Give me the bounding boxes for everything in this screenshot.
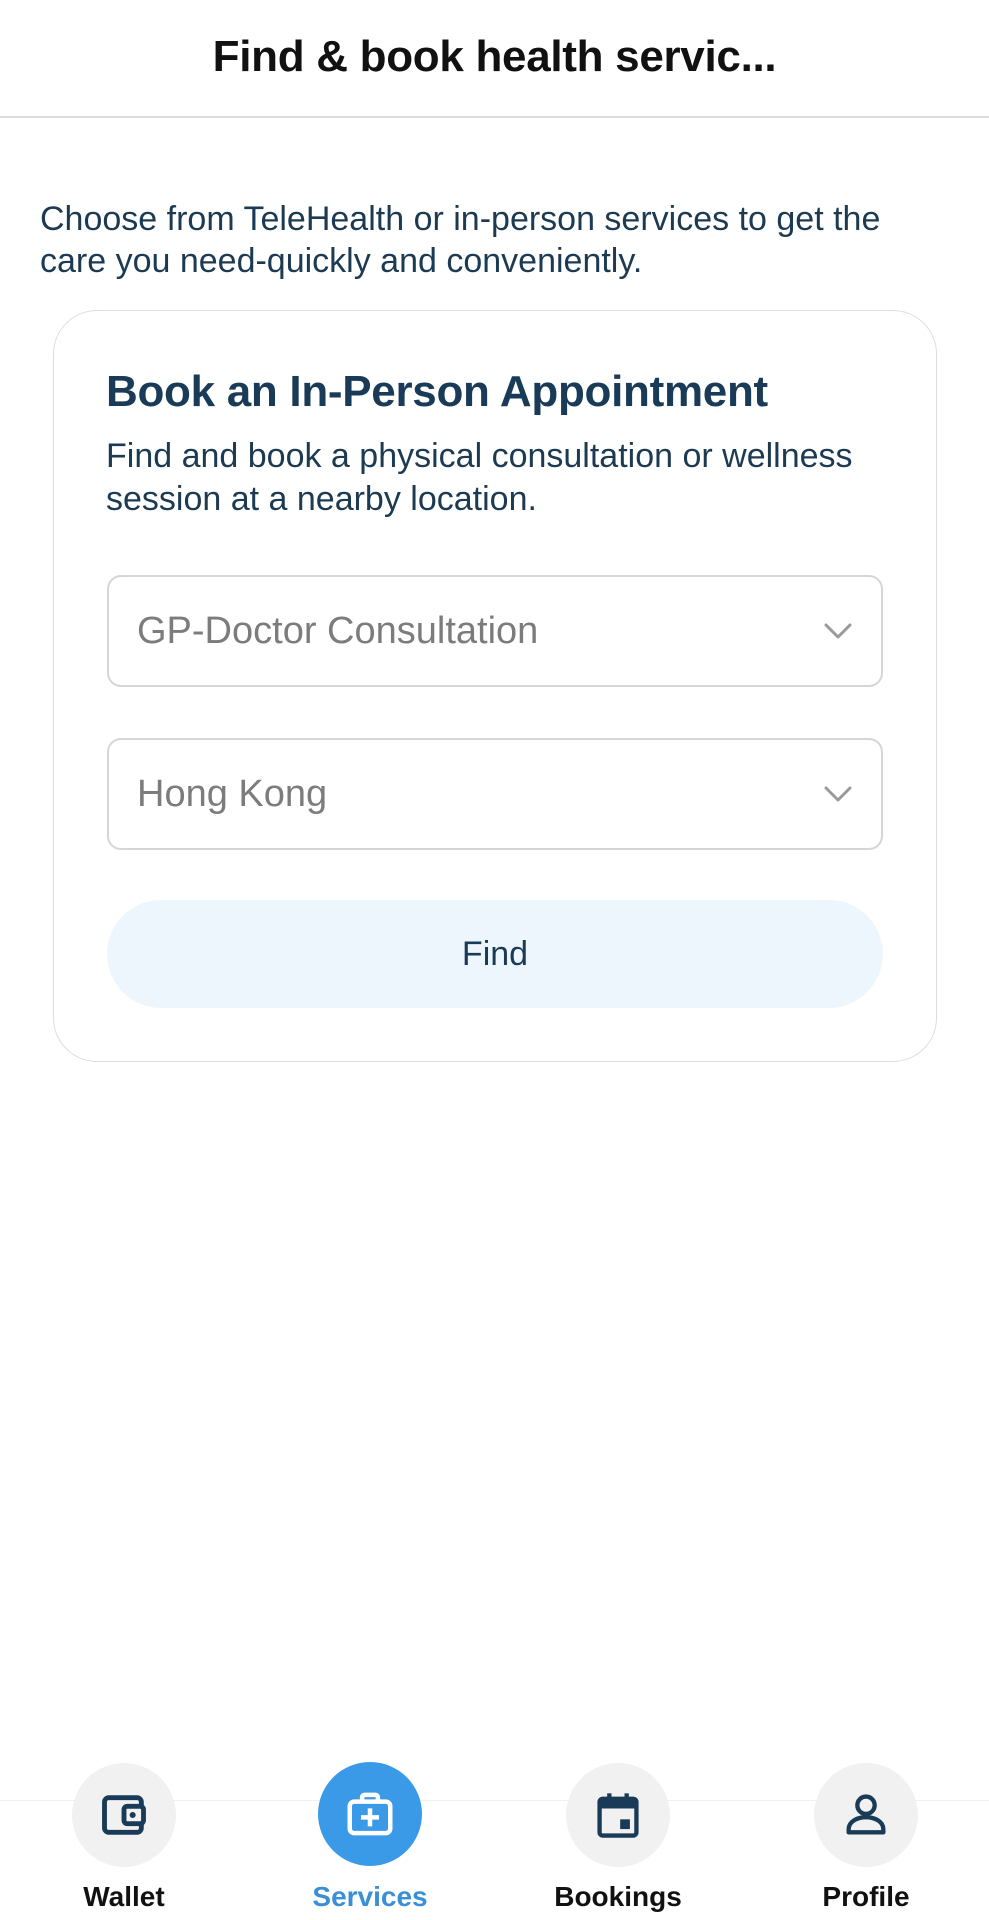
app-header: Find & book health servic... (0, 0, 989, 118)
intro-text: Choose from TeleHealth or in-person serv… (40, 200, 881, 280)
nav-item-profile[interactable]: Profile (781, 1763, 951, 1920)
nav-label-profile: Profile (822, 1881, 910, 1912)
card-title: Book an In-Person Appointment (106, 367, 768, 416)
location-value: Hong Kong (137, 772, 328, 815)
find-button[interactable]: Find (107, 900, 883, 1008)
medical-kit-icon (318, 1762, 422, 1866)
service-type-select[interactable]: GP-Doctor Consultation (107, 575, 883, 687)
nav-label-services: Services (312, 1881, 428, 1912)
services-screen: Find & book health servic... Choose from… (0, 0, 989, 1920)
in-person-appointment-card: Book an In-Person Appointment Find and b… (53, 310, 937, 1062)
service-type-value: GP-Doctor Consultation (137, 609, 539, 652)
card-description: Find and book a physical consultation or… (106, 437, 853, 518)
chevron-down-icon (824, 786, 852, 802)
wallet-icon (72, 1763, 176, 1867)
location-select[interactable]: Hong Kong (107, 738, 883, 850)
nav-item-bookings[interactable]: Bookings (533, 1763, 703, 1920)
nav-item-services[interactable]: Services (285, 1762, 455, 1920)
page-title: Find & book health servic... (212, 32, 777, 81)
calendar-icon (566, 1763, 670, 1867)
nav-label-bookings: Bookings (554, 1881, 682, 1912)
bottom-navigation: Wallet Services Bookings Profile (0, 1762, 989, 1920)
person-icon (814, 1763, 918, 1867)
nav-item-wallet[interactable]: Wallet (39, 1763, 209, 1920)
nav-label-wallet: Wallet (83, 1881, 165, 1912)
chevron-down-icon (824, 623, 852, 639)
